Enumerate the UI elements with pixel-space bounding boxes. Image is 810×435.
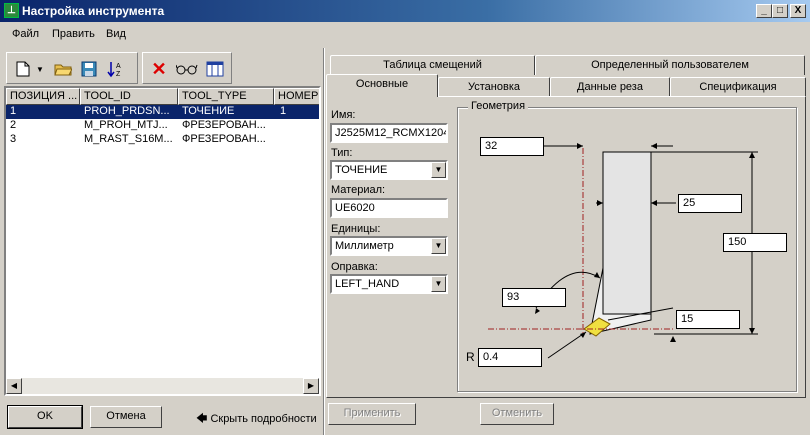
arrow-icon xyxy=(749,328,755,334)
glasses-icon[interactable] xyxy=(175,58,199,80)
units-select[interactable]: Миллиметр ▼ xyxy=(330,236,448,256)
cell-tool-type: ФРЕЗЕРОВАН... xyxy=(182,133,266,145)
geometry-group: Геометрия 32 25 150 93 15 R 0.4 xyxy=(457,100,797,392)
arrow-icon xyxy=(535,308,540,314)
arrow-left-icon: 🡄 xyxy=(196,413,208,425)
scroll-left-icon[interactable]: ◀ xyxy=(6,378,22,394)
cell-tool-type: ТОЧЕНИЕ xyxy=(182,105,235,117)
type-value: ТОЧЕНИЕ xyxy=(335,164,388,176)
arrow-icon xyxy=(651,143,657,149)
hide-details-link[interactable]: 🡄 Скрыть подробности xyxy=(196,410,317,429)
clearance-field[interactable]: 15 xyxy=(676,310,740,329)
cell-tool-id: M_RAST_S16M... xyxy=(84,133,173,145)
type-select[interactable]: ТОЧЕНИЕ ▼ xyxy=(330,160,448,180)
cell-position: 3 xyxy=(10,133,17,145)
columns-icon[interactable] xyxy=(203,58,227,80)
top-offset-field[interactable]: 32 xyxy=(480,137,544,156)
units-label: Единицы: xyxy=(331,223,381,235)
delete-icon[interactable]: ✕ xyxy=(147,58,171,80)
cell-number: 1 xyxy=(280,105,287,117)
table-row[interactable]: 3 M_RAST_S16M... ФРЕЗЕРОВАН... xyxy=(6,133,319,147)
cell-tool-type: ФРЕЗЕРОВАН... xyxy=(182,119,266,131)
svg-text:A: A xyxy=(116,63,121,70)
toolbar: ▼ AZ ✕ xyxy=(4,50,320,86)
hide-details-label: Скрыть подробности xyxy=(210,413,317,425)
arrow-icon xyxy=(577,143,583,149)
table-row[interactable]: 2 M_PROH_MTJ... ФРЕЗЕРОВАН... xyxy=(6,119,319,133)
length-field[interactable]: 150 xyxy=(723,233,787,252)
toolbar-group-file: ▼ AZ xyxy=(6,52,138,84)
tab-basic[interactable]: Основные xyxy=(326,74,438,97)
cell-tool-id: PROH_PRDSN... xyxy=(84,105,170,117)
cell-position: 1 xyxy=(10,105,17,117)
tab-panel-basic: Имя: J2525M12_RCMX1204 Тип: ТОЧЕНИЕ ▼ Ма… xyxy=(326,96,806,398)
tab-offsets-table[interactable]: Таблица смещений xyxy=(330,55,535,75)
width-field[interactable]: 25 xyxy=(678,194,742,213)
tool-shank xyxy=(602,151,652,315)
new-document-icon[interactable] xyxy=(11,58,35,80)
column-header-number[interactable]: НОМЕР К xyxy=(274,88,319,105)
tab-setup[interactable]: Установка xyxy=(438,77,550,97)
radius-field[interactable]: 0.4 xyxy=(478,348,542,367)
dropdown-arrow-icon[interactable]: ▼ xyxy=(35,58,45,80)
revert-button[interactable]: Отменить xyxy=(480,403,554,425)
title-bar: ⊥ Настройка инструмента _ □ X xyxy=(0,0,810,22)
minimize-button[interactable]: _ xyxy=(756,4,772,18)
tab-cutting-data[interactable]: Данные реза xyxy=(550,77,670,97)
cancel-button[interactable]: Отмена xyxy=(90,406,162,428)
chevron-down-icon[interactable]: ▼ xyxy=(431,162,446,178)
tool-list: ПОЗИЦИЯ ... TOOL_ID TOOL_TYPE НОМЕР К 1 … xyxy=(4,86,321,396)
arrow-icon xyxy=(749,152,755,158)
material-label: Материал: xyxy=(331,184,386,196)
tab-user-defined[interactable]: Определенный пользователем xyxy=(535,55,805,75)
column-header-tool-id[interactable]: TOOL_ID xyxy=(80,88,178,105)
menu-edit[interactable]: Править xyxy=(52,28,95,40)
cell-position: 2 xyxy=(10,119,17,131)
scroll-right-icon[interactable]: ▶ xyxy=(303,378,319,394)
chevron-down-icon[interactable]: ▼ xyxy=(431,238,446,254)
arrow-icon xyxy=(670,336,676,342)
sort-icon[interactable]: AZ xyxy=(105,58,129,80)
column-header-position[interactable]: ПОЗИЦИЯ ... xyxy=(6,88,80,105)
holder-label: Оправка: xyxy=(331,261,378,273)
holder-select[interactable]: LEFT_HAND ▼ xyxy=(330,274,448,294)
angle-field[interactable]: 93 xyxy=(502,288,566,307)
apply-button[interactable]: Применить xyxy=(328,403,416,425)
horizontal-scrollbar[interactable]: ◀ ▶ xyxy=(6,378,319,394)
arrow-icon xyxy=(597,200,603,206)
cell-tool-id: M_PROH_MTJ... xyxy=(84,119,168,131)
name-label: Имя: xyxy=(331,109,356,121)
tool-app-icon: ⊥ xyxy=(4,3,19,18)
type-label: Тип: xyxy=(331,147,353,159)
arrow-icon xyxy=(651,200,657,206)
menu-bar: Файл Править Вид xyxy=(0,22,810,46)
save-icon[interactable] xyxy=(77,58,101,80)
close-button[interactable]: X xyxy=(790,4,806,18)
holder-value: LEFT_HAND xyxy=(335,278,400,290)
material-field[interactable]: UE6020 xyxy=(330,198,448,218)
units-value: Миллиметр xyxy=(335,240,394,252)
column-header-tool-type[interactable]: TOOL_TYPE xyxy=(178,88,274,105)
chevron-down-icon[interactable]: ▼ xyxy=(431,276,446,292)
menu-file[interactable]: Файл xyxy=(12,28,39,40)
open-folder-icon[interactable] xyxy=(51,58,75,80)
radius-label: R xyxy=(466,350,475,364)
tab-specification[interactable]: Спецификация xyxy=(670,77,806,97)
splitter[interactable] xyxy=(323,48,325,435)
menu-view[interactable]: Вид xyxy=(106,28,126,40)
table-row[interactable]: 1 PROH_PRDSN... ТОЧЕНИЕ 1 xyxy=(6,105,319,119)
toolbar-group-edit: ✕ xyxy=(142,52,232,84)
window-title: Настройка инструмента xyxy=(22,4,165,18)
svg-text:Z: Z xyxy=(116,71,121,78)
ok-button[interactable]: OK xyxy=(7,405,83,429)
radius-leader xyxy=(547,331,587,359)
maximize-button[interactable]: □ xyxy=(772,4,788,18)
name-field[interactable]: J2525M12_RCMX1204 xyxy=(330,123,448,143)
